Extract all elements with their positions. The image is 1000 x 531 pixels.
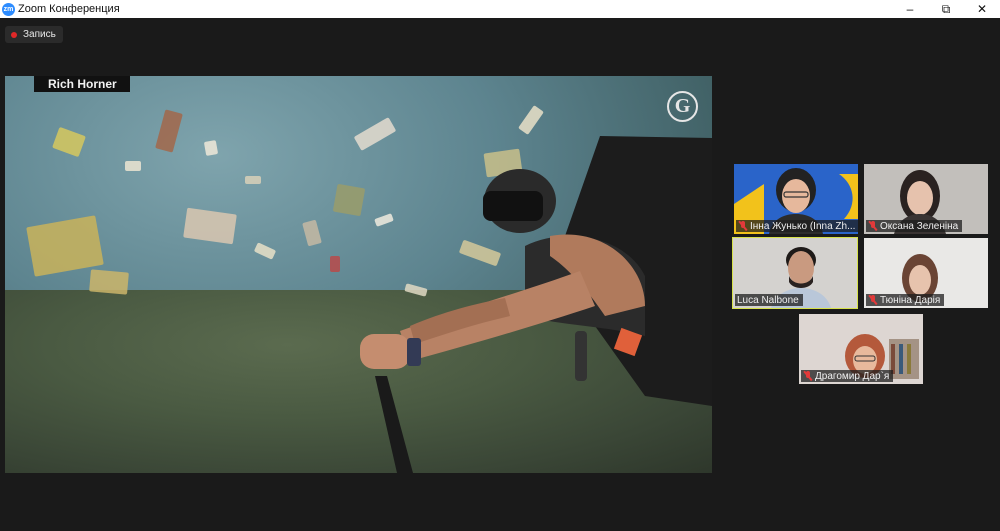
- close-button[interactable]: ✕: [964, 0, 1000, 18]
- participant-tile-active-speaker[interactable]: Luca Nalbone: [732, 237, 858, 309]
- mic-muted-icon: [868, 220, 878, 232]
- window-title: Zoom Конференция: [18, 3, 120, 15]
- participant-name: Luca Nalbone: [735, 294, 803, 306]
- participant-name: Драгомир Дар`я: [801, 370, 894, 382]
- restore-button[interactable]: ⧉: [928, 0, 964, 18]
- participant-name: Інна Жунько (Inna Zh...: [736, 220, 858, 232]
- record-dot-icon: [11, 31, 17, 38]
- window-controls: – ⧉ ✕: [892, 0, 1000, 18]
- guardian-logo-icon: G: [667, 91, 698, 122]
- presenter-name-label: Rich Horner: [34, 76, 130, 92]
- diver-image: [360, 136, 712, 473]
- window-titlebar: zm Zoom Конференция – ⧉ ✕: [0, 0, 1000, 18]
- participant-tile[interactable]: Тюніна Дарія: [864, 238, 988, 308]
- participant-tile[interactable]: Інна Жунько (Inna Zh...: [734, 164, 858, 234]
- participant-name: Тюніна Дарія: [866, 294, 945, 306]
- participant-name: Оксана Зеленіна: [866, 220, 963, 232]
- shared-screen-video[interactable]: Rich Horner G: [5, 76, 712, 473]
- mic-muted-icon: [803, 370, 813, 382]
- recording-indicator[interactable]: Запись: [5, 26, 63, 43]
- recording-label: Запись: [23, 29, 56, 40]
- zoom-logo-icon: zm: [2, 2, 15, 16]
- mic-muted-icon: [868, 294, 878, 306]
- participant-tile[interactable]: Оксана Зеленіна: [864, 164, 988, 234]
- participant-tile[interactable]: Драгомир Дар`я: [799, 314, 923, 384]
- minimize-button[interactable]: –: [892, 0, 928, 18]
- mic-muted-icon: [738, 220, 748, 232]
